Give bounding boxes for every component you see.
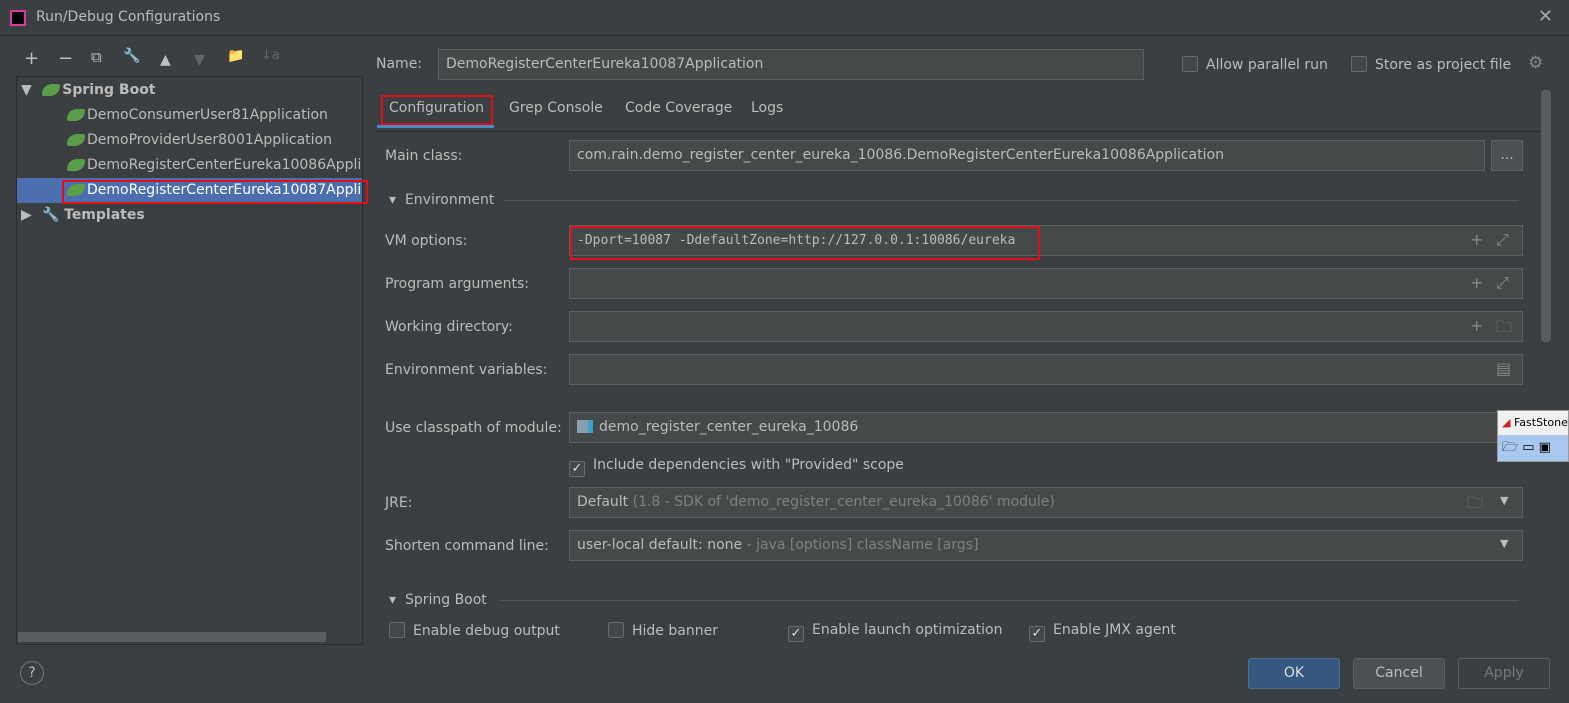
program-args-label: Program arguments: (385, 276, 529, 292)
document-icon[interactable]: ▤ (1496, 359, 1511, 378)
new-folder-icon[interactable]: 📁 (227, 48, 244, 64)
include-deps-checkbox[interactable]: ✓ Include dependencies with "Provided" sc… (569, 457, 904, 477)
add-icon[interactable]: + (1470, 316, 1483, 335)
title-bar: Run/Debug Configurations ✕ (0, 0, 1569, 36)
checkbox-label: Allow parallel run (1206, 57, 1328, 73)
item-label: DemoProviderUser8001Application (87, 132, 332, 148)
launch-optimization-checkbox[interactable]: ✓ Enable launch optimization (788, 622, 1002, 642)
faststone-buttons[interactable]: 🗁 ▭ ▣ (1498, 435, 1568, 461)
folder-icon[interactable]: 🗀 (1496, 316, 1512, 343)
expand-icon[interactable]: ⤢ (1496, 230, 1509, 250)
shorten-label: Shorten command line: (385, 538, 549, 554)
copy-icon[interactable]: ⧉ (91, 48, 102, 66)
faststone-logo-icon: ◢ (1502, 416, 1511, 429)
browse-button[interactable]: ... (1491, 140, 1523, 171)
spring-boot-icon (67, 134, 85, 146)
hide-banner-checkbox[interactable]: Hide banner (608, 622, 718, 639)
checkbox-label: Enable debug output (413, 623, 560, 639)
name-label: Name: (376, 56, 423, 72)
add-icon[interactable]: + (24, 48, 39, 69)
section-title: Environment (404, 192, 495, 208)
vm-options-label: VM options: (385, 233, 468, 249)
add-icon[interactable]: + (1470, 273, 1483, 292)
cancel-button[interactable]: Cancel (1353, 658, 1445, 689)
folder-icon[interactable]: 🗀 (1467, 492, 1483, 519)
working-dir-label: Working directory: (385, 319, 513, 335)
item-label: DemoRegisterCenterEureka10086Applic (87, 157, 362, 173)
classpath-select[interactable]: demo_register_center_eureka_10086 (569, 412, 1523, 443)
select-value: user-local default: none (577, 537, 743, 553)
sort-icon[interactable]: ↓a (261, 48, 280, 63)
tree-item[interactable]: DemoConsumerUser81Application (17, 103, 362, 128)
node-label: Templates (64, 207, 145, 223)
tab-grep-console[interactable]: Grep Console (509, 100, 603, 116)
spring-boot-icon (67, 159, 85, 171)
main-class-input[interactable]: com.rain.demo_register_center_eureka_100… (569, 140, 1485, 171)
chevron-down-icon[interactable]: ▼ (1500, 537, 1508, 550)
remove-icon[interactable]: − (58, 48, 73, 69)
wrench-icon[interactable]: 🔧 (123, 48, 140, 64)
item-label: DemoConsumerUser81Application (87, 107, 328, 123)
program-args-input[interactable] (569, 268, 1523, 299)
highlight-box (381, 95, 493, 125)
checkbox-label: Store as project file (1375, 57, 1512, 73)
faststone-toolbar[interactable]: ◢ FastStone 🗁 ▭ ▣ (1497, 410, 1569, 462)
checkbox-label: Include dependencies with "Provided" sco… (593, 457, 904, 473)
intellij-icon (10, 10, 26, 26)
section-title: Spring Boot (404, 592, 487, 608)
window-title: Run/Debug Configurations (36, 9, 221, 25)
spring-boot-icon (42, 84, 61, 96)
faststone-label: FastStone (1513, 416, 1568, 429)
ok-button[interactable]: OK (1248, 658, 1340, 689)
expand-icon[interactable]: ⤢ (1496, 273, 1509, 293)
environment-section[interactable]: ▾ Environment (389, 192, 494, 208)
wrench-icon: 🔧 (42, 207, 60, 223)
checkbox-label: Enable JMX agent (1053, 622, 1176, 638)
move-down-icon[interactable]: ▼ (194, 52, 205, 68)
allow-parallel-checkbox[interactable]: Allow parallel run (1182, 56, 1328, 73)
checkbox-label: Enable launch optimization (812, 622, 1003, 638)
highlight-box (62, 180, 368, 204)
close-icon[interactable]: ✕ (1538, 6, 1553, 27)
checkbox-label: Hide banner (632, 623, 718, 639)
apply-button[interactable]: Apply (1458, 658, 1550, 689)
working-dir-input[interactable] (569, 311, 1523, 342)
gear-icon[interactable]: ⚙ (1528, 53, 1543, 73)
spring-boot-icon (67, 109, 85, 121)
horizontal-scrollbar[interactable] (18, 632, 326, 642)
add-icon[interactable]: + (1470, 230, 1483, 249)
tab-code-coverage[interactable]: Code Coverage (625, 100, 732, 116)
tree-node-spring-boot[interactable]: ▼ Spring Boot (17, 78, 362, 103)
classpath-label: Use classpath of module: (385, 420, 562, 436)
main-class-label: Main class: (385, 148, 463, 164)
config-tree: ▼ Spring Boot DemoConsumerUser81Applicat… (16, 76, 363, 645)
chevron-down-icon[interactable]: ▼ (1500, 494, 1508, 507)
jre-select[interactable]: Default (1.8 - SDK of 'demo_register_cen… (569, 487, 1523, 518)
shorten-select[interactable]: user-local default: none - java [options… (569, 530, 1523, 561)
select-value: Default (577, 494, 629, 510)
store-project-checkbox[interactable]: Store as project file (1351, 56, 1511, 73)
jre-label: JRE: (385, 495, 413, 511)
module-icon (577, 420, 593, 433)
jmx-agent-checkbox[interactable]: ✓ Enable JMX agent (1029, 622, 1176, 642)
select-value: demo_register_center_eureka_10086 (599, 419, 859, 435)
tree-node-templates[interactable]: ▶ 🔧 Templates (17, 203, 362, 228)
tree-item[interactable]: DemoProviderUser8001Application (17, 128, 362, 153)
spring-boot-section[interactable]: ▾ Spring Boot (389, 592, 487, 608)
tree-item[interactable]: DemoRegisterCenterEureka10086Applic (17, 153, 362, 178)
highlight-box (570, 226, 1040, 260)
env-vars-label: Environment variables: (385, 362, 548, 378)
vertical-scrollbar[interactable] (1541, 90, 1551, 342)
select-hint: - java [options] className [args] (746, 537, 979, 553)
move-up-icon[interactable]: ▲ (160, 52, 171, 68)
select-hint: (1.8 - SDK of 'demo_register_center_eure… (632, 494, 1055, 510)
tab-logs[interactable]: Logs (751, 100, 783, 116)
env-vars-input[interactable] (569, 354, 1523, 385)
debug-output-checkbox[interactable]: Enable debug output (389, 622, 560, 639)
node-label: Spring Boot (62, 82, 156, 98)
help-button[interactable]: ? (20, 661, 44, 685)
active-tab-indicator (377, 125, 494, 128)
name-input[interactable]: DemoRegisterCenterEureka10087Application (438, 49, 1144, 80)
